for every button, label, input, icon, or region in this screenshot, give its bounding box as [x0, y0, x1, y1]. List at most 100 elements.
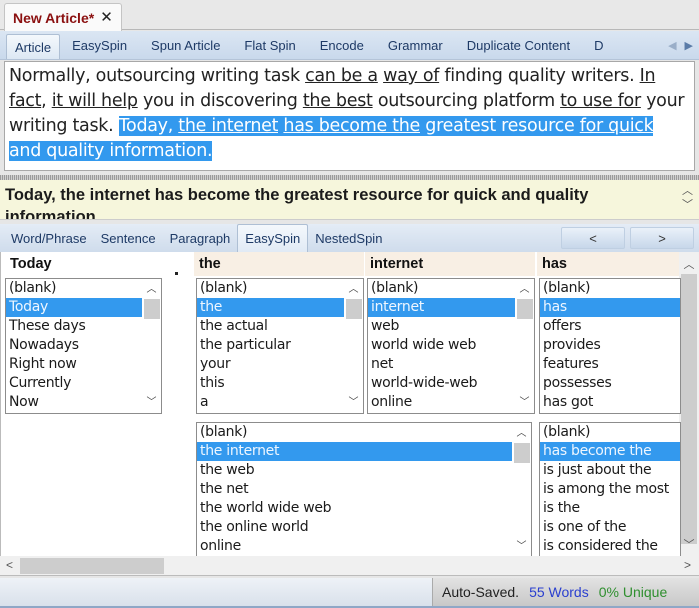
scroll-left-icon[interactable]: < — [6, 558, 13, 572]
list-item[interactable]: web — [368, 317, 534, 336]
list-item[interactable]: net — [368, 355, 534, 374]
scroll-thumb[interactable] — [346, 299, 362, 319]
list-item[interactable]: possesses — [540, 374, 680, 393]
list-item[interactable]: is among the most — [540, 480, 680, 499]
list-item[interactable]: your — [197, 355, 363, 374]
scroll-down-icon[interactable]: ﹀ — [679, 536, 699, 552]
list-item[interactable]: offers — [540, 317, 680, 336]
list-item[interactable]: internet — [368, 298, 534, 317]
list-item[interactable]: (blank) — [368, 279, 534, 298]
scroll-thumb[interactable] — [514, 443, 530, 463]
tab-easyspin[interactable]: EasySpin — [60, 31, 139, 59]
list-item[interactable]: the actual — [197, 317, 363, 336]
scroll-up-icon[interactable]: ︿ — [679, 256, 699, 272]
list-item[interactable]: online — [197, 537, 531, 556]
list-scrollbar[interactable]: ︿ ﹀ — [344, 279, 363, 413]
scroll-up-icon[interactable]: ︿ — [512, 425, 531, 442]
next-button[interactable]: > — [630, 227, 694, 249]
list-item[interactable]: the particular — [197, 336, 363, 355]
spin-tab-word-phrase[interactable]: Word/Phrase — [4, 224, 94, 252]
phrase-listbox[interactable]: (blank) the internet the web the net the wor… — [196, 422, 532, 558]
scroll-up-icon[interactable]: ︿ — [515, 281, 534, 298]
spin-tab-nestedspin[interactable]: NestedSpin — [308, 224, 389, 252]
list-item[interactable]: These days — [6, 317, 161, 336]
list-item[interactable]: Currently — [6, 374, 161, 393]
list-item[interactable]: is considered the — [540, 537, 680, 556]
spin-tab-easyspin[interactable]: EasySpin — [237, 224, 309, 252]
spinnable-phrase[interactable]: can be a — [305, 66, 378, 86]
list-item[interactable]: the — [197, 298, 363, 317]
scroll-down-icon[interactable]: ﹀ — [682, 198, 693, 212]
list-item[interactable]: a — [197, 393, 363, 412]
synonym-listbox[interactable]: (blank) has offers provides features possesse… — [539, 278, 681, 414]
panel-vertical-scrollbar[interactable]: ︿ ﹀ — [679, 252, 699, 556]
synonym-listbox[interactable]: (blank) internet web world wide web net world… — [367, 278, 535, 414]
list-item[interactable]: the internet — [197, 442, 531, 461]
list-scrollbar[interactable]: ︿ ﹀ — [142, 279, 161, 413]
list-item[interactable]: has got — [540, 393, 680, 412]
list-item[interactable]: (blank) — [6, 279, 161, 298]
list-item[interactable]: (blank) — [540, 423, 680, 442]
spinnable-phrase[interactable]: the internet — [178, 116, 278, 136]
prev-button[interactable]: < — [561, 227, 625, 249]
tab-scroll-right-icon[interactable]: ▶ — [685, 39, 693, 52]
close-icon[interactable]: ✕ — [100, 10, 113, 25]
tab-d[interactable]: D — [582, 31, 615, 59]
scroll-thumb[interactable] — [20, 558, 164, 574]
sentence-preview[interactable]: Today, the internet has become the great… — [0, 180, 699, 220]
scroll-up-icon[interactable]: ︿ — [142, 281, 161, 298]
list-item[interactable]: the web — [197, 461, 531, 480]
list-item[interactable]: has become the — [540, 442, 680, 461]
list-item[interactable]: is just about the — [540, 461, 680, 480]
scroll-right-icon[interactable]: > — [684, 558, 691, 572]
synonym-listbox[interactable]: (blank) the the actual the particular your th… — [196, 278, 364, 414]
tab-duplicate-content[interactable]: Duplicate Content — [455, 31, 582, 59]
document-tab[interactable]: New Article* ✕ — [4, 3, 122, 31]
spin-tab-sentence[interactable]: Sentence — [94, 224, 163, 252]
list-item[interactable]: provides — [540, 336, 680, 355]
spinnable-phrase[interactable]: the best — [303, 91, 373, 111]
list-item[interactable]: (blank) — [197, 423, 531, 442]
scroll-up-icon[interactable]: ︿ — [344, 281, 363, 298]
tab-scroll-left-icon[interactable]: ◀ — [668, 39, 676, 52]
list-item[interactable]: features — [540, 355, 680, 374]
spinnable-phrase[interactable]: way of — [383, 66, 439, 86]
list-item[interactable]: is one of the — [540, 518, 680, 537]
spin-tab-paragraph[interactable]: Paragraph — [163, 224, 238, 252]
tab-grammar[interactable]: Grammar — [376, 31, 455, 59]
list-item[interactable]: the world wide web — [197, 499, 531, 518]
list-item[interactable]: Right now — [6, 355, 161, 374]
sentence-scrollbar[interactable]: ︿ ﹀ — [682, 184, 693, 212]
list-item[interactable]: Nowadays — [6, 336, 161, 355]
article-editor[interactable]: Normally, outsourcing writing task can b… — [4, 61, 695, 171]
scroll-up-icon[interactable]: ︿ — [682, 184, 693, 198]
list-item[interactable]: has — [540, 298, 680, 317]
phrase-listbox[interactable]: (blank) has become the is just about the is… — [539, 422, 681, 558]
list-item[interactable]: (blank) — [197, 279, 363, 298]
spinnable-phrase[interactable]: it will help — [52, 91, 138, 111]
spinnable-phrase[interactable]: has become the — [283, 116, 420, 136]
tab-flat-spin[interactable]: Flat Spin — [232, 31, 307, 59]
spinnable-phrase[interactable]: to use for — [560, 91, 641, 111]
panel-horizontal-scrollbar[interactable]: < > — [0, 556, 699, 576]
list-item[interactable]: (blank) — [540, 279, 680, 298]
scroll-down-icon[interactable]: ﹀ — [512, 538, 531, 555]
list-item[interactable]: world wide web — [368, 336, 534, 355]
list-item[interactable]: is the — [540, 499, 680, 518]
tab-spun-article[interactable]: Spun Article — [139, 31, 232, 59]
tab-encode[interactable]: Encode — [308, 31, 376, 59]
list-item[interactable]: world-wide-web — [368, 374, 534, 393]
list-item[interactable]: the net — [197, 480, 531, 499]
scroll-thumb[interactable] — [144, 299, 160, 319]
spinnable-phrase[interactable]: for quick — [579, 116, 654, 136]
list-item[interactable]: the online world — [197, 518, 531, 537]
list-item[interactable]: Now — [6, 393, 161, 412]
list-item[interactable]: this — [197, 374, 363, 393]
list-scrollbar[interactable]: ︿ ﹀ — [512, 423, 531, 557]
scroll-down-icon[interactable]: ﹀ — [344, 394, 363, 411]
list-item[interactable]: online — [368, 393, 534, 412]
list-item[interactable]: Today — [6, 298, 161, 317]
scroll-down-icon[interactable]: ﹀ — [515, 394, 534, 411]
scroll-thumb[interactable] — [517, 299, 533, 319]
list-scrollbar[interactable]: ︿ ﹀ — [515, 279, 534, 413]
